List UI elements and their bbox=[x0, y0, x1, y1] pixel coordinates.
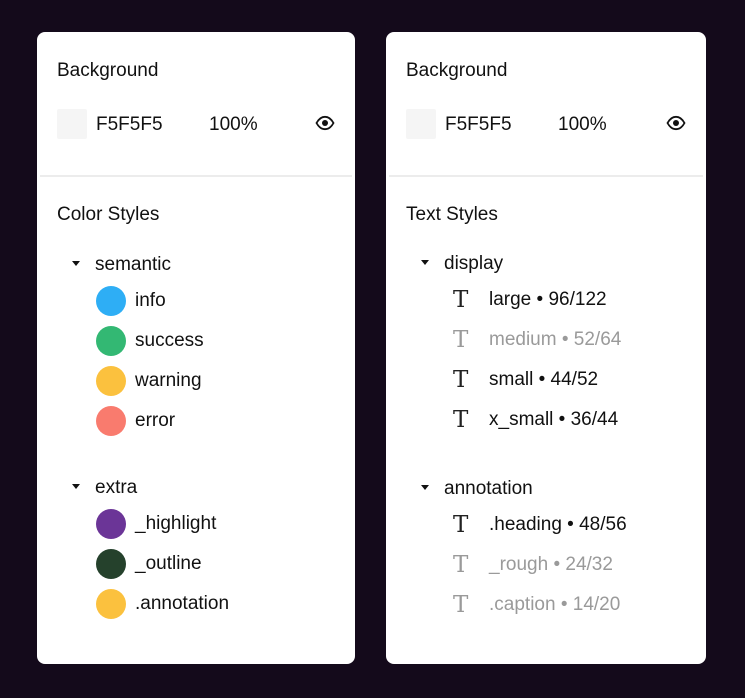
text-style-rough[interactable]: T _rough • 24/32 bbox=[386, 545, 706, 585]
group-header-display[interactable]: display bbox=[386, 250, 706, 280]
text-style-icon: T bbox=[453, 592, 469, 618]
panel-divider bbox=[40, 175, 352, 177]
style-group-annotation: annotation T .heading • 48/56 T _rough •… bbox=[386, 475, 706, 625]
background-title: Background bbox=[406, 60, 508, 81]
text-style-icon: T bbox=[453, 407, 469, 433]
group-label: semantic bbox=[95, 254, 172, 275]
text-style-large[interactable]: T large • 96/122 bbox=[386, 280, 706, 320]
text-style-label: _rough • 24/32 bbox=[489, 554, 613, 575]
text-style-label: small • 44/52 bbox=[489, 369, 599, 390]
color-style-success[interactable]: success bbox=[37, 321, 355, 361]
text-style-heading[interactable]: T .heading • 48/56 bbox=[386, 505, 706, 545]
background-title: Background bbox=[57, 60, 159, 81]
background-swatch[interactable] bbox=[57, 109, 87, 139]
color-swatch bbox=[96, 286, 126, 316]
background-row[interactable]: F5F5F5 100% bbox=[406, 109, 686, 139]
text-style-caption[interactable]: T .caption • 14/20 bbox=[386, 585, 706, 625]
text-styles-panel: Background F5F5F5 100% Text Styles displ… bbox=[386, 32, 706, 664]
background-opacity-value[interactable]: 100% bbox=[209, 114, 258, 136]
text-style-icon: T bbox=[453, 287, 469, 313]
text-style-icon: T bbox=[453, 512, 469, 538]
color-style-label: success bbox=[135, 330, 204, 351]
style-group-extra: extra _highlight _outline .annotation bbox=[37, 474, 355, 624]
color-style-label: _highlight bbox=[135, 513, 217, 534]
color-swatch bbox=[96, 326, 126, 356]
text-style-icon: T bbox=[453, 367, 469, 393]
color-swatch bbox=[96, 406, 126, 436]
text-style-small[interactable]: T small • 44/52 bbox=[386, 360, 706, 400]
style-group-semantic: semantic info success warning error bbox=[37, 251, 355, 441]
eye-icon[interactable] bbox=[315, 113, 335, 133]
text-styles-title: Text Styles bbox=[406, 204, 498, 225]
group-header-annotation[interactable]: annotation bbox=[386, 475, 706, 505]
color-style-outline[interactable]: _outline bbox=[37, 544, 355, 584]
caret-down-icon[interactable] bbox=[72, 261, 80, 266]
color-style-label: info bbox=[135, 290, 166, 311]
color-style-error[interactable]: error bbox=[37, 401, 355, 441]
style-group-display: display T large • 96/122 T medium • 52/6… bbox=[386, 250, 706, 440]
group-label: display bbox=[444, 253, 504, 274]
group-header-extra[interactable]: extra bbox=[37, 474, 355, 504]
background-opacity-value[interactable]: 100% bbox=[558, 114, 607, 136]
caret-down-icon[interactable] bbox=[421, 260, 429, 265]
text-style-x-small[interactable]: T x_small • 36/44 bbox=[386, 400, 706, 440]
color-swatch bbox=[96, 509, 126, 539]
background-hex-value[interactable]: F5F5F5 bbox=[445, 114, 512, 136]
color-style-label: _outline bbox=[135, 553, 202, 574]
caret-down-icon[interactable] bbox=[421, 485, 429, 490]
color-style-warning[interactable]: warning bbox=[37, 361, 355, 401]
text-style-label: x_small • 36/44 bbox=[489, 409, 619, 430]
text-style-label: large • 96/122 bbox=[489, 289, 607, 310]
text-style-label: .heading • 48/56 bbox=[489, 514, 627, 535]
text-style-icon: T bbox=[453, 552, 469, 578]
background-hex-value[interactable]: F5F5F5 bbox=[96, 114, 163, 136]
color-style-label: warning bbox=[135, 370, 202, 391]
group-label: annotation bbox=[444, 478, 533, 499]
color-swatch bbox=[96, 366, 126, 396]
group-label: extra bbox=[95, 477, 138, 498]
color-swatch bbox=[96, 589, 126, 619]
background-row[interactable]: F5F5F5 100% bbox=[57, 109, 335, 139]
text-style-label: .caption • 14/20 bbox=[489, 594, 621, 615]
panel-divider bbox=[389, 175, 703, 177]
color-style-label: error bbox=[135, 410, 176, 431]
color-styles-title: Color Styles bbox=[57, 204, 160, 225]
caret-down-icon[interactable] bbox=[72, 484, 80, 489]
text-style-label: medium • 52/64 bbox=[489, 329, 622, 350]
group-header-semantic[interactable]: semantic bbox=[37, 251, 355, 281]
color-styles-panel: Background F5F5F5 100% Color Styles sema… bbox=[37, 32, 355, 664]
text-style-icon: T bbox=[453, 327, 469, 353]
text-style-medium[interactable]: T medium • 52/64 bbox=[386, 320, 706, 360]
background-swatch[interactable] bbox=[406, 109, 436, 139]
color-swatch bbox=[96, 549, 126, 579]
color-style-label: .annotation bbox=[135, 593, 230, 614]
color-style-annotation[interactable]: .annotation bbox=[37, 584, 355, 624]
color-style-highlight[interactable]: _highlight bbox=[37, 504, 355, 544]
eye-icon[interactable] bbox=[666, 113, 686, 133]
color-style-info[interactable]: info bbox=[37, 281, 355, 321]
